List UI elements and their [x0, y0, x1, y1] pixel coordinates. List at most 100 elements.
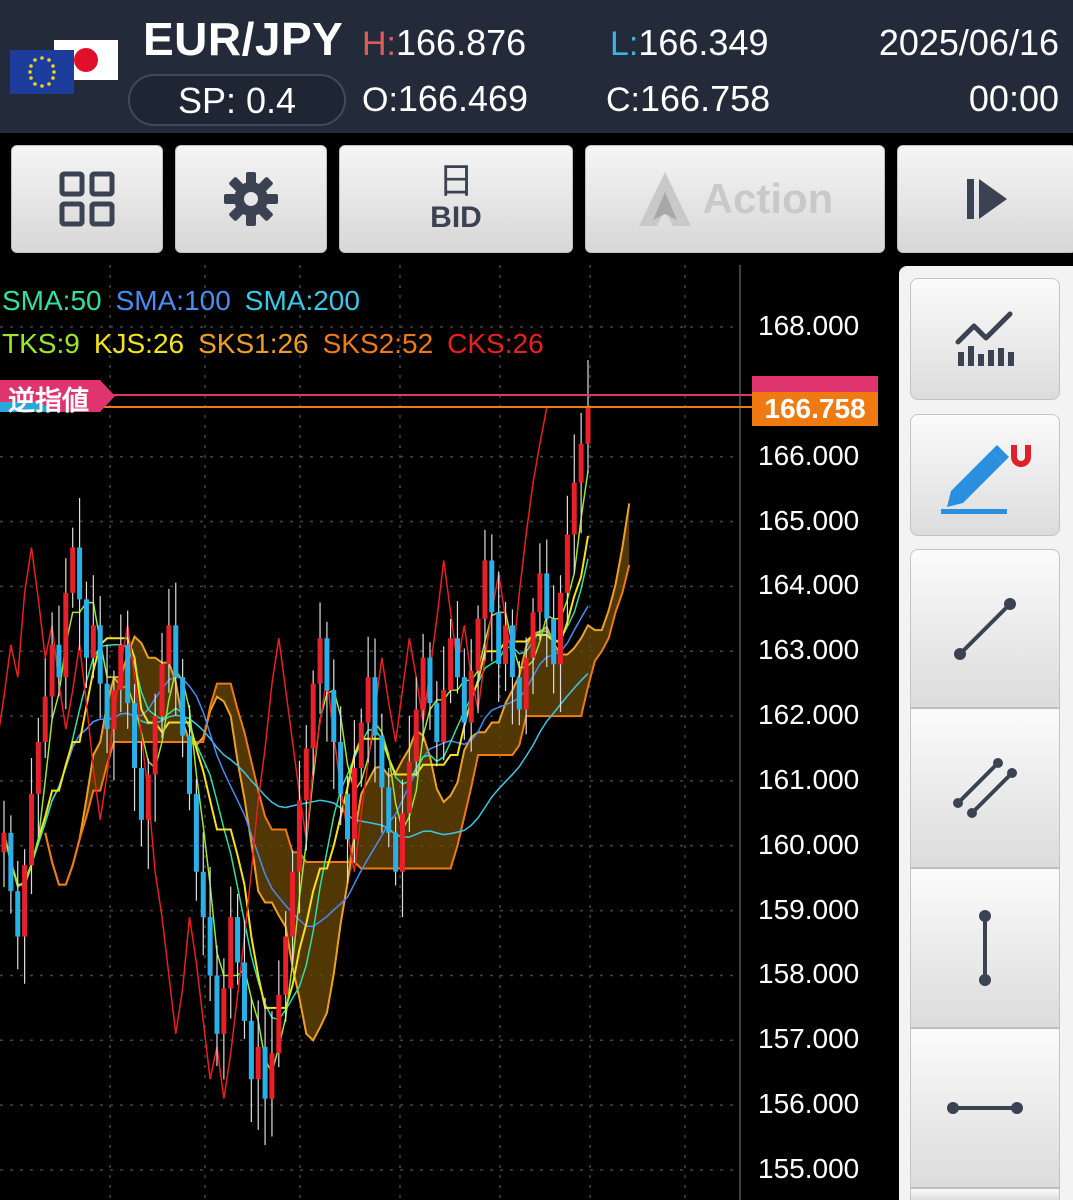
candle-body [461, 677, 467, 723]
candle-body [399, 813, 405, 872]
candle-body [49, 644, 55, 697]
layout-button[interactable] [11, 145, 163, 253]
sma-legend: SMA:50 SMA:100 SMA:200 [2, 285, 374, 317]
horizontal-line-tool[interactable] [910, 1027, 1060, 1187]
candle-body [413, 709, 419, 762]
candle-body [372, 677, 378, 736]
candle-body [187, 735, 193, 794]
open-label: O: [362, 81, 398, 119]
price-axis-label: 168.000 [758, 310, 860, 341]
candle-body [152, 716, 158, 775]
high-price: H:166.876 [362, 22, 526, 64]
sma100-legend: SMA:100 [115, 285, 231, 316]
candle-body [427, 657, 433, 704]
indicator-button[interactable] [910, 278, 1060, 400]
candle-body [56, 644, 62, 678]
candle-body [509, 625, 515, 678]
drawing-magnet-button[interactable] [910, 414, 1060, 536]
horizontal-line-icon [947, 1102, 1023, 1114]
candle-body [406, 761, 412, 814]
candle-body [138, 767, 144, 820]
candle-body [248, 1020, 254, 1080]
candle-body [338, 742, 344, 794]
settings-button[interactable] [175, 145, 327, 253]
candle-body [544, 573, 550, 619]
close-price: C:166.758 [606, 78, 770, 120]
candle-body [578, 443, 584, 483]
trendline-icon [954, 597, 1016, 660]
parallel-lines-tool[interactable] [910, 707, 1060, 867]
low-label: L: [610, 25, 639, 63]
candle-body [200, 871, 206, 918]
candle-body [551, 618, 557, 665]
action-button[interactable]: Action [585, 145, 885, 253]
open-value: 166.469 [397, 78, 529, 119]
price-axis-label: 160.000 [758, 828, 860, 860]
chart-toolbar: 日 BID Action [0, 133, 1073, 265]
candle-body [166, 625, 172, 665]
sma200-legend: SMA:200 [244, 285, 360, 316]
drawing-magnet-icon [941, 439, 1031, 514]
candle-body [290, 871, 296, 937]
candle-body [441, 690, 447, 743]
play-next-icon [967, 179, 1007, 219]
candle-body [351, 767, 357, 840]
candle-body [468, 670, 474, 723]
candle-body [180, 677, 186, 736]
indicator-chart-icon [955, 311, 1014, 366]
high-label: H: [362, 25, 396, 63]
price-axis-label: 162.000 [758, 699, 860, 731]
candle-body [15, 891, 21, 937]
price-type-label: BID [430, 201, 482, 234]
price-axis-label: 161.000 [758, 763, 860, 795]
candle-body [283, 936, 289, 995]
timeframe-price-button[interactable]: 日 BID [339, 145, 573, 253]
candle-body [358, 722, 364, 768]
candle-body [475, 618, 481, 671]
candle-body [558, 592, 564, 665]
candle-body [489, 560, 495, 613]
candle-body [228, 917, 234, 989]
action-icon [638, 172, 691, 226]
replay-play-button[interactable] [897, 145, 1073, 253]
candle-body [537, 573, 543, 613]
candle-body [324, 638, 330, 691]
vertical-line-tool[interactable] [910, 867, 1060, 1027]
candle-body [345, 793, 351, 840]
currency-pair-flag-icon [10, 40, 118, 94]
parallel-lines-icon [953, 758, 1017, 818]
candle-body [393, 832, 399, 872]
price-axis-label: 157.000 [758, 1023, 860, 1055]
price-axis-label: 159.000 [758, 893, 860, 925]
close-label: C: [606, 81, 640, 119]
candle-body [276, 994, 282, 1054]
candle-body [42, 696, 48, 743]
price-axis-label: 156.000 [758, 1088, 860, 1120]
candle-body [173, 625, 179, 678]
candle-body [296, 800, 302, 872]
candle-body [132, 703, 138, 768]
candle-body [454, 638, 460, 678]
currency-pair-title[interactable]: EUR/JPY [143, 12, 343, 66]
candle-body [221, 988, 227, 1034]
cks-legend: CKS:26 [447, 328, 544, 359]
price-axis-label: 164.000 [758, 569, 860, 601]
price-axis-label: 158.000 [758, 958, 860, 990]
candle-body [269, 1053, 275, 1099]
low-value: 166.349 [638, 22, 769, 63]
trendline-tool[interactable] [910, 549, 1060, 707]
candle-body [77, 547, 83, 600]
candle-body [83, 599, 89, 658]
ichimoku-legend: TKS:9 KJS:26 SKS1:26 SKS2:52 CKS:26 [2, 328, 558, 360]
candle-body [496, 612, 502, 665]
candle-date: 2025/06/16 [878, 22, 1059, 63]
candle-body [331, 690, 337, 743]
low-price: L:166.349 [610, 22, 769, 64]
gear-icon [224, 172, 278, 226]
candle-body [35, 742, 41, 794]
candle-body [585, 407, 591, 444]
more-tools-edge [910, 1187, 1060, 1200]
candle-body [97, 625, 103, 684]
sks1-legend: SKS1:26 [198, 328, 309, 359]
candle-body [516, 677, 522, 710]
